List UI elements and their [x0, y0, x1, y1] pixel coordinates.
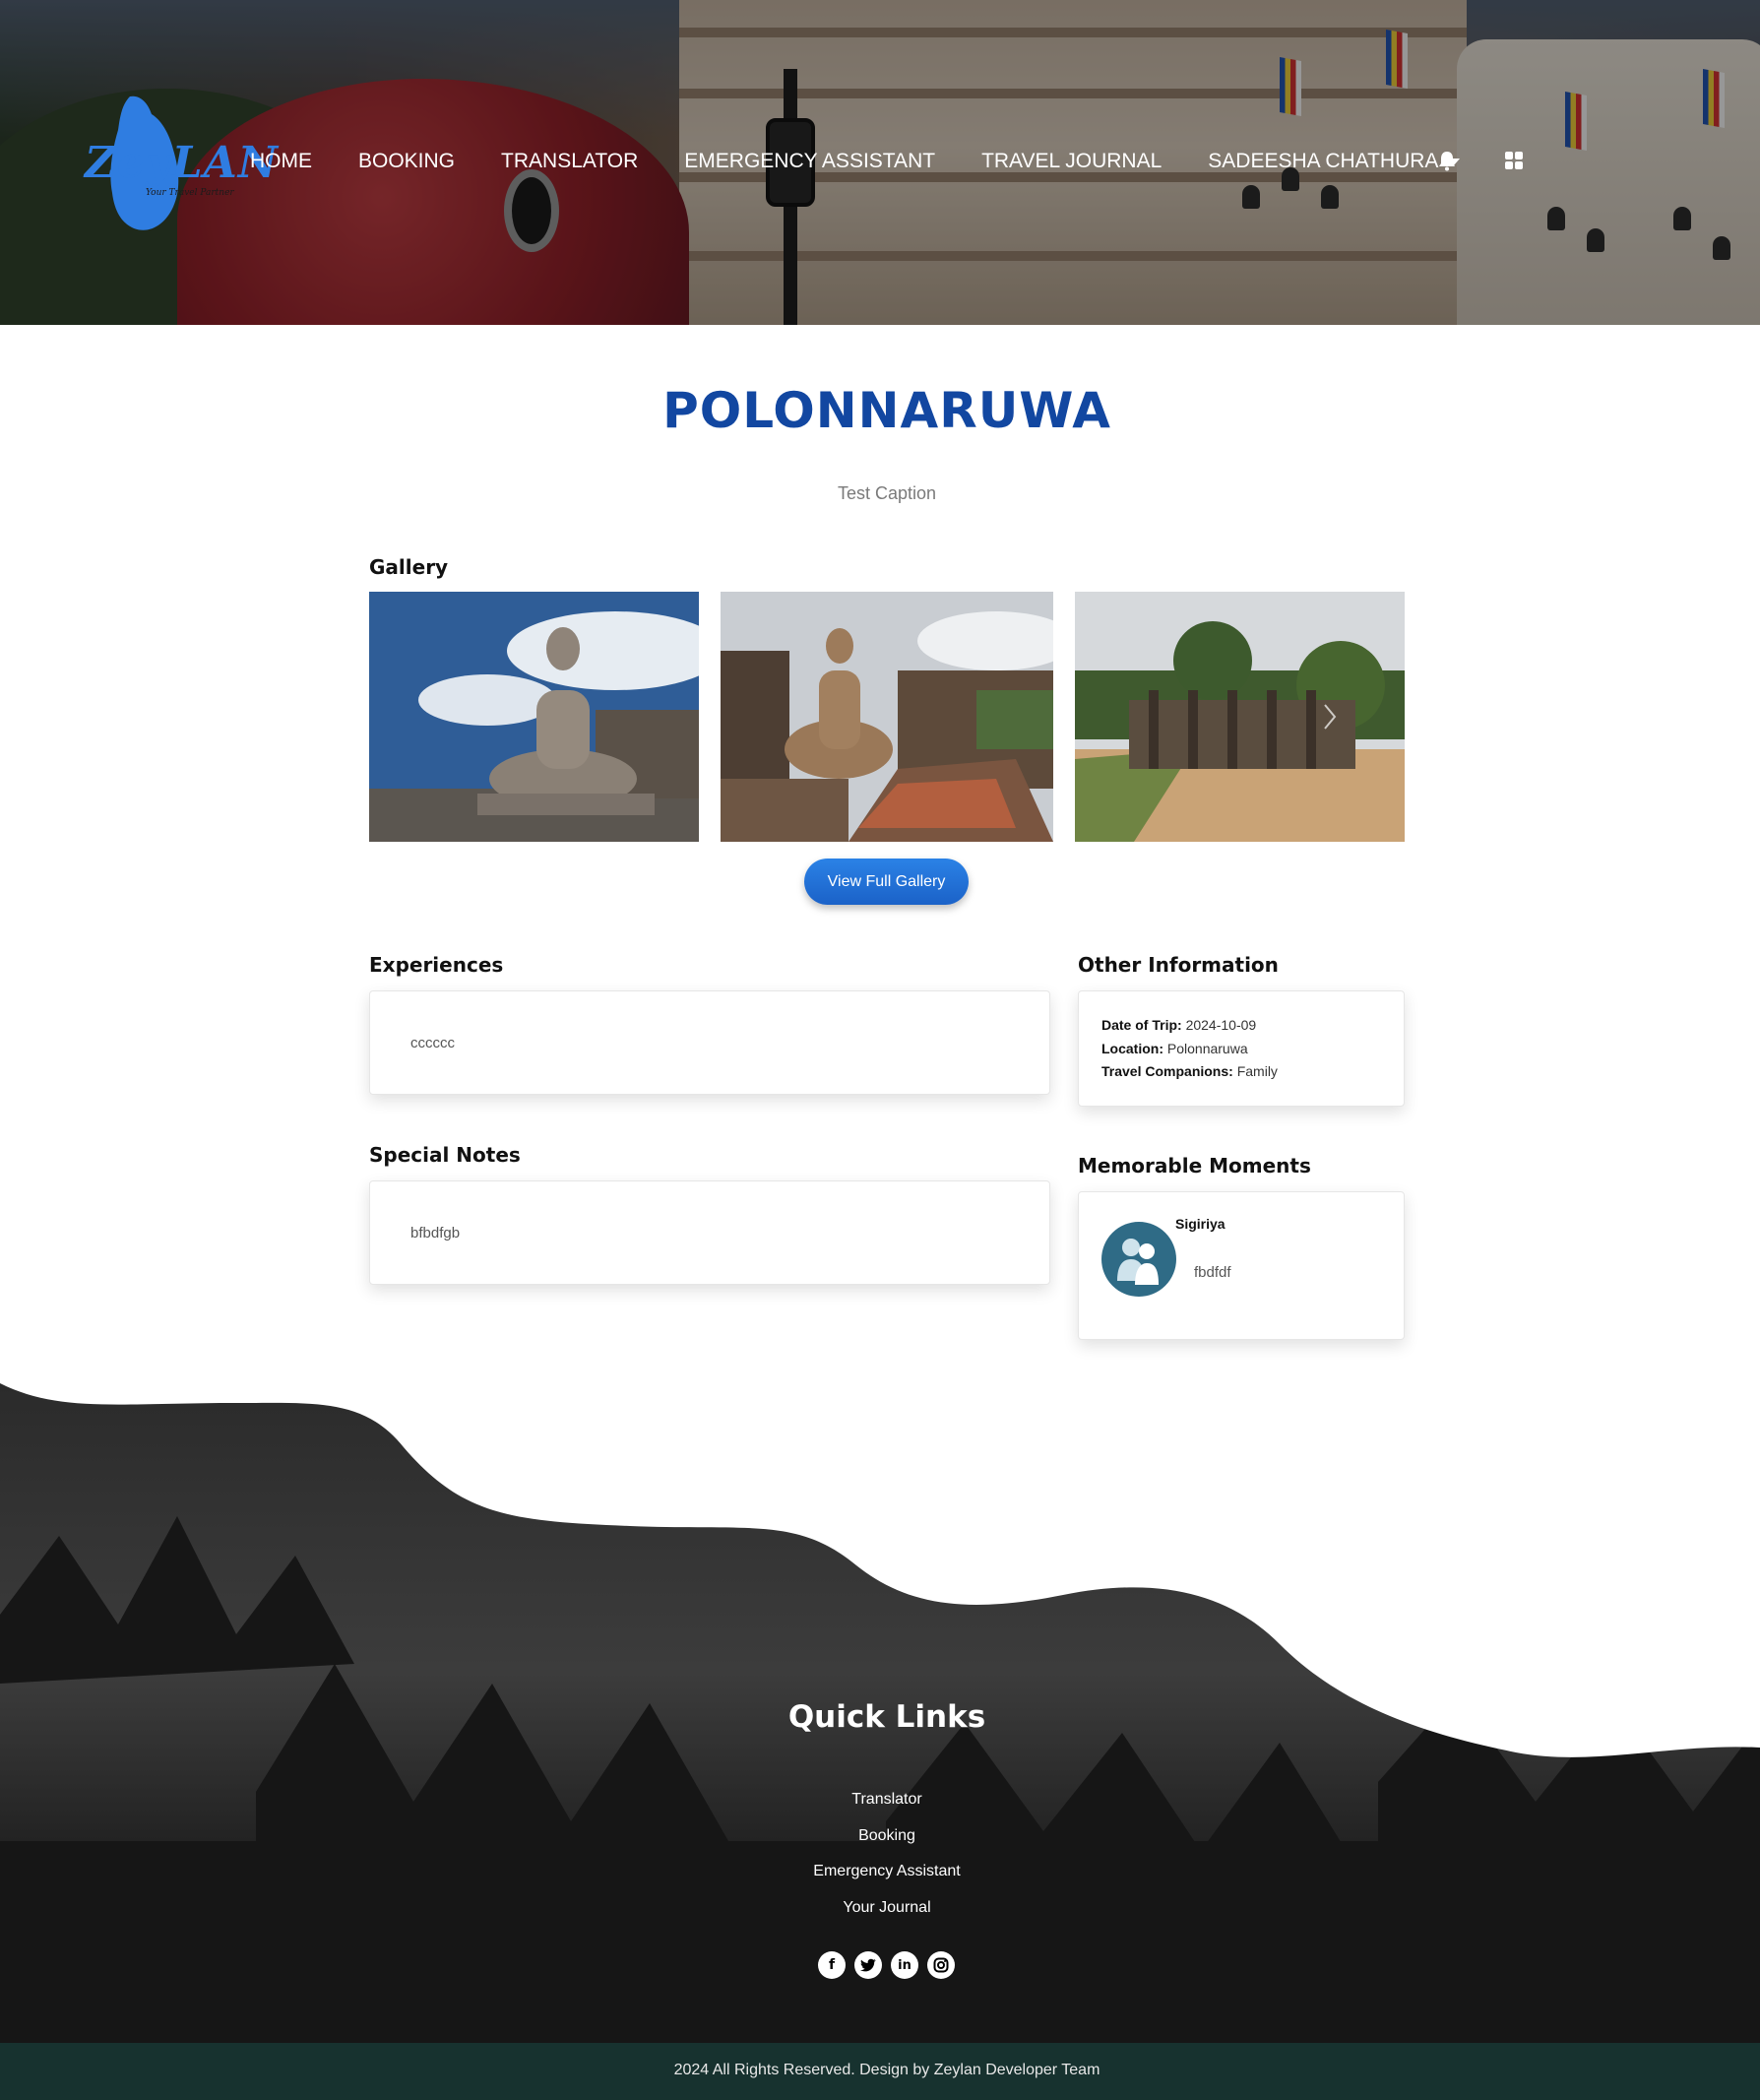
facebook-icon[interactable]: f	[818, 1951, 846, 1979]
travel-companions-row: Travel Companions: Family	[1101, 1063, 1278, 1079]
linkedin-icon[interactable]: in	[891, 1951, 918, 1979]
footer-link-translator[interactable]: Translator	[0, 1791, 1760, 1809]
user-menu-dropdown[interactable]: SADEESHA CHATHURA	[1208, 150, 1461, 173]
special-notes-heading: Special Notes	[369, 1143, 521, 1167]
gallery-image-2[interactable]	[721, 592, 1053, 842]
footer-link-your-journal[interactable]: Your Journal	[0, 1899, 1760, 1917]
footer-link-emergency-assistant[interactable]: Emergency Assistant	[0, 1863, 1760, 1880]
nav-link-translator[interactable]: TRANSLATOR	[501, 150, 638, 173]
location-value: Polonnaruwa	[1166, 1041, 1248, 1056]
nav-link-booking[interactable]: BOOKING	[358, 150, 455, 173]
nav-links: HOME BOOKING TRANSLATOR EMERGENCY ASSIST…	[250, 150, 1461, 173]
nav-link-travel-journal[interactable]: TRAVEL JOURNAL	[981, 150, 1162, 173]
date-of-trip-value: 2024-10-09	[1185, 1017, 1257, 1033]
experiences-heading: Experiences	[369, 953, 504, 977]
page-title: POLONNARUWA	[662, 382, 1111, 439]
travel-companions-value: Family	[1236, 1063, 1278, 1079]
user-group-icon	[1101, 1222, 1176, 1297]
copyright-text: 2024 All Rights Reserved. Design by Zeyl…	[673, 2062, 1100, 2078]
bell-icon[interactable]	[1436, 150, 1458, 171]
gallery-image-1[interactable]	[369, 592, 699, 842]
logo-tagline: Your Travel Partner	[146, 188, 234, 198]
moment-title: Sigiriya	[1175, 1216, 1226, 1232]
travel-companions-label: Travel Companions:	[1101, 1063, 1233, 1079]
experiences-text: cccccc	[410, 1035, 455, 1051]
quick-links-title: Quick Links	[787, 1699, 986, 1735]
special-notes-text: bfbdfgb	[410, 1225, 461, 1241]
other-information-card: Date of Trip: 2024-10-09 Location: Polon…	[1078, 990, 1405, 1107]
date-of-trip-row: Date of Trip: 2024-10-09	[1101, 1017, 1256, 1033]
view-full-gallery-button[interactable]: View Full Gallery	[804, 859, 969, 905]
other-information-heading: Other Information	[1078, 953, 1279, 977]
main-navbar: ZeyLAN Your Travel Partner HOME BOOKING …	[0, 0, 1760, 325]
location-row: Location: Polonnaruwa	[1101, 1041, 1248, 1056]
moment-text: fbdfdf	[1194, 1264, 1231, 1281]
user-name: SADEESHA CHATHURA	[1208, 150, 1439, 172]
journal-caption: Test Caption	[837, 483, 937, 503]
twitter-icon[interactable]	[854, 1951, 882, 1979]
gallery-image-3[interactable]	[1075, 592, 1405, 842]
nav-link-home[interactable]: HOME	[250, 150, 312, 173]
memorable-moment-card: Sigiriya fbdfdf	[1078, 1191, 1405, 1340]
date-of-trip-label: Date of Trip:	[1101, 1017, 1182, 1033]
location-label: Location:	[1101, 1041, 1163, 1056]
footer-link-booking[interactable]: Booking	[0, 1827, 1760, 1845]
gallery-heading: Gallery	[369, 555, 449, 579]
special-notes-card: bfbdfgb	[369, 1180, 1050, 1285]
nav-link-emergency-assistant[interactable]: EMERGENCY ASSISTANT	[684, 150, 935, 173]
instagram-icon[interactable]	[927, 1951, 955, 1979]
grid-menu-icon[interactable]	[1503, 150, 1525, 171]
memorable-moments-heading: Memorable Moments	[1078, 1154, 1311, 1177]
experiences-card: cccccc	[369, 990, 1050, 1095]
